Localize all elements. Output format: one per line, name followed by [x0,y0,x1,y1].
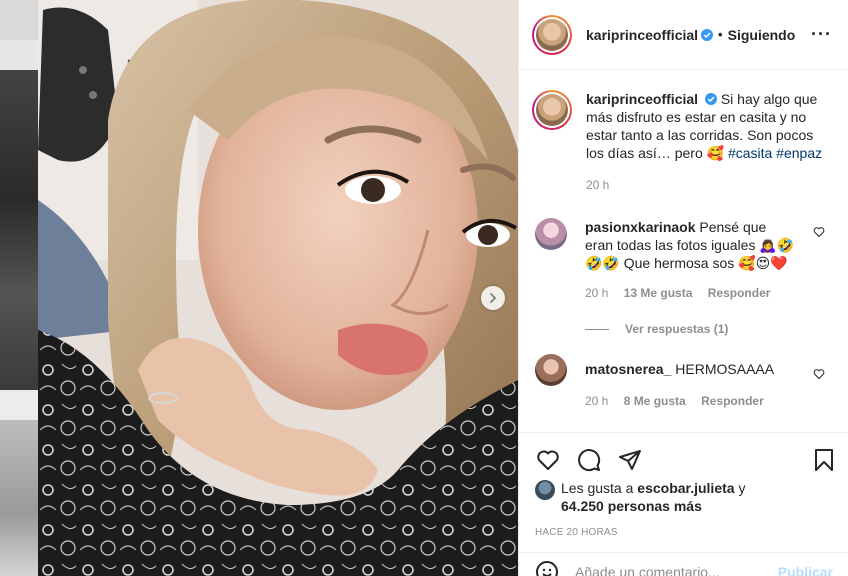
verified-badge-icon [704,93,717,105]
like-heart-icon[interactable] [535,447,561,473]
background-page-strip [0,0,38,576]
comment-input[interactable]: Añade un comentario... [575,564,778,576]
selfie-photo-image [38,0,518,576]
view-replies-link[interactable]: Ver respuestas (1) [585,322,848,336]
post-caption: kariprinceofficial Si hay algo que más d… [519,70,848,194]
caption-hashtags[interactable]: #casita #enpaz [728,145,822,161]
publish-button[interactable]: Publicar [778,564,833,576]
comment-time[interactable]: 20 h [585,286,608,300]
comment-item: pasionxkarinaok Pensé que eran todas las… [519,218,848,302]
comment-likes[interactable]: 13 Me gusta [624,286,693,300]
share-paper-plane-icon[interactable] [617,447,643,473]
commenter-avatar[interactable] [535,354,567,386]
caption-time[interactable]: 20 h [586,178,609,192]
author-username[interactable]: kariprinceofficial [586,27,698,43]
comment-time[interactable]: 20 h [585,394,608,408]
view-replies-label: Ver respuestas (1) [625,322,729,336]
caption-username[interactable]: kariprinceofficial [586,91,698,107]
comment-like-heart-icon[interactable] [813,226,825,238]
verified-badge-icon [701,28,714,41]
comment-item: matosnerea_ HERMOSAAAA 20 h 8 Me gusta R… [519,354,848,410]
more-horizontal-icon[interactable]: ··· [811,24,832,45]
separator-dot: • [718,27,723,42]
likes-summary: Les gusta a escobar.julieta y 64.250 per… [519,479,848,515]
liker-avatar[interactable] [535,480,555,500]
reply-button[interactable]: Responder [701,394,764,408]
save-bookmark-icon[interactable] [811,447,837,473]
comment-likes[interactable]: 8 Me gusta [624,394,686,408]
comment-like-heart-icon[interactable] [813,368,825,380]
replies-divider-line [585,328,609,330]
author-avatar[interactable] [532,14,572,55]
comments-list[interactable]: kariprinceofficial Si hay algo que más d… [519,70,848,432]
next-photo-button[interactable] [481,286,505,310]
add-comment-bar: Añade un comentario... Publicar [519,552,848,576]
commenter-username[interactable]: matosnerea_ [585,361,671,377]
reply-button[interactable]: Responder [708,286,771,300]
likes-count[interactable]: 64.250 personas más [561,498,702,514]
post-details-panel: kariprinceofficial • Siguiendo ··· karip… [518,0,848,576]
comment-text: HERMOSAAAA [675,361,775,377]
posted-time[interactable]: HACE 20 HORAS [519,527,848,538]
comment-bubble-icon[interactable] [576,447,602,473]
emoji-smile-icon[interactable] [535,560,559,576]
post-actions: Les gusta a escobar.julieta y 64.250 per… [519,432,848,576]
caption-avatar[interactable] [532,90,572,130]
following-button[interactable]: Siguiendo [728,27,796,43]
likes-connector: y [734,480,746,496]
commenter-avatar[interactable] [535,218,567,250]
post-header: kariprinceofficial • Siguiendo ··· [519,0,848,70]
commenter-username[interactable]: pasionxkarinaok [585,219,696,235]
liker-username[interactable]: escobar.julieta [637,480,734,496]
post-photo [38,0,518,576]
chevron-right-icon [490,293,497,303]
likes-prefix: Les gusta a [561,480,638,496]
